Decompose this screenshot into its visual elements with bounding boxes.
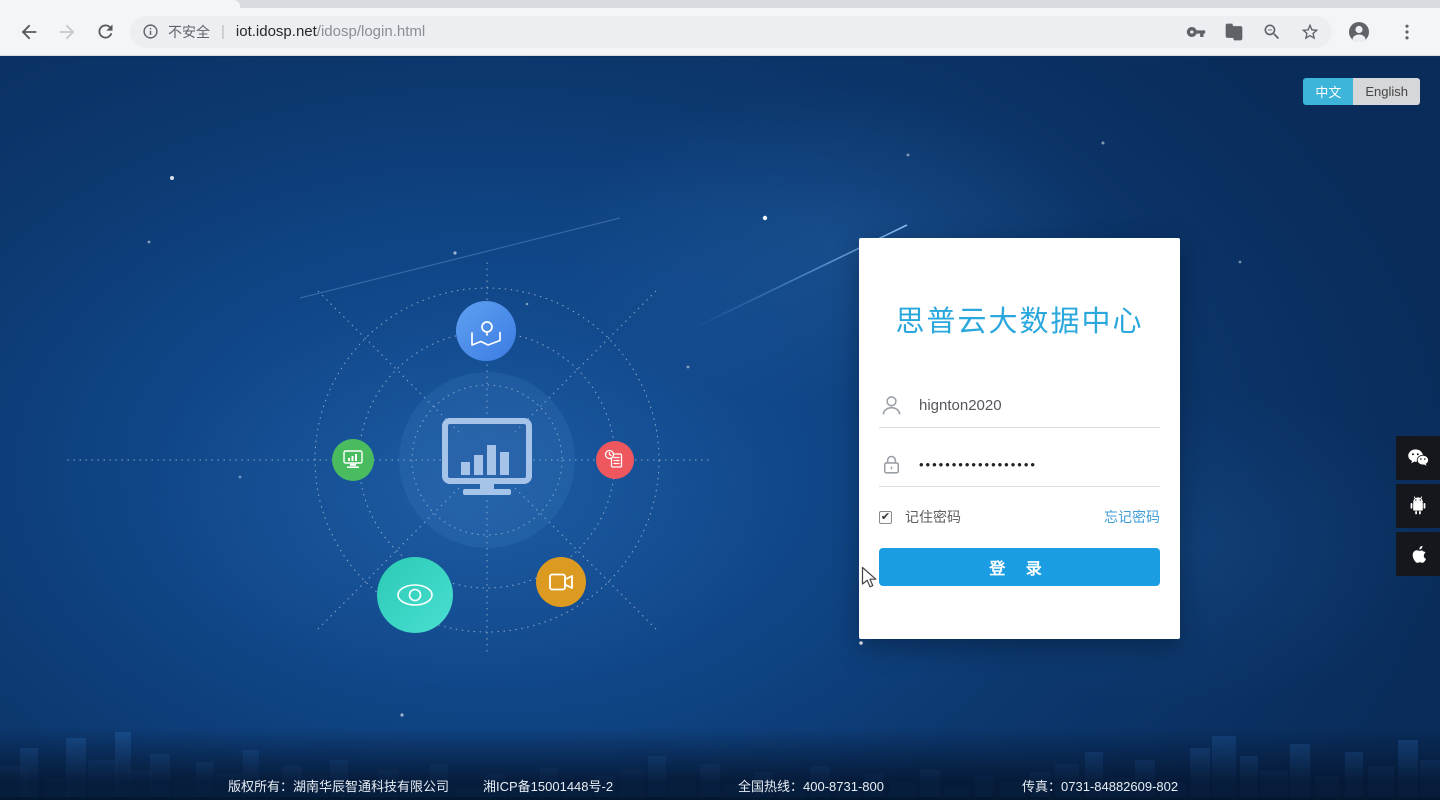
zoom-button[interactable] <box>1262 22 1282 42</box>
android-icon <box>1410 496 1426 515</box>
language-toggle: 中文 English <box>1303 78 1420 105</box>
address-bar[interactable]: 不安全 | iot.idosp.net/idosp/login.html <box>130 15 1332 48</box>
url-path: /idosp/login.html <box>316 23 426 40</box>
bg-glow <box>140 317 780 697</box>
wechat-button[interactable] <box>1396 436 1440 480</box>
remember-row: ✔ 记住密码 忘记密码 <box>879 504 1160 530</box>
android-app-button[interactable] <box>1396 484 1440 528</box>
url-separator: | <box>221 23 225 40</box>
center-glow <box>399 372 575 548</box>
remember-label: 记住密码 <box>905 509 961 525</box>
login-page: 中文 English 思普云大数据中心 ✔ 记住密码 <box>0 57 1440 800</box>
key-icon <box>1186 26 1206 37</box>
map-pin-icon <box>471 321 501 346</box>
screen: 不安全 | iot.idosp.net/idosp/login.html 中文 … <box>0 0 1440 800</box>
monitoring-eye-bubble[interactable] <box>377 557 453 633</box>
active-tab[interactable] <box>0 0 240 8</box>
login-card: 思普云大数据中心 ✔ 记住密码 忘记密码 登 录 <box>859 238 1180 639</box>
footer-hotline: 全国热线：400-8731-800 <box>738 779 884 794</box>
device-monitor-bubble[interactable] <box>332 439 374 481</box>
reload-icon <box>97 24 112 39</box>
reload-button[interactable] <box>86 13 124 51</box>
footer-fax: 传真：0731-84882609-802 <box>1022 779 1179 794</box>
url-host: iot.idosp.net <box>235 23 317 40</box>
user-icon <box>882 396 901 415</box>
report-bubble[interactable] <box>596 441 634 479</box>
security-label: 不安全 <box>168 23 210 40</box>
map-pin-bubble[interactable] <box>456 301 516 361</box>
video-camera-icon <box>549 573 573 591</box>
browser-toolbar: 不安全 | iot.idosp.net/idosp/login.html <box>0 8 1440 56</box>
monitor-chart-icon <box>343 450 363 468</box>
avatar-icon <box>1349 21 1369 42</box>
page-title: 思普云大数据中心 <box>895 306 1144 338</box>
dashboard-monitor-icon <box>442 418 532 495</box>
translate-icon <box>1225 23 1243 40</box>
forward-button[interactable] <box>48 13 86 51</box>
login-button[interactable]: 登 录 <box>879 548 1160 586</box>
menu-button[interactable] <box>1388 13 1426 51</box>
footer-icp: 湘ICP备15001448号-2 <box>483 779 614 794</box>
forward-arrow-icon <box>59 24 75 39</box>
password-key-button[interactable] <box>1186 22 1206 42</box>
orbit-rings <box>65 258 710 655</box>
lock-icon <box>883 455 900 474</box>
browser-chrome: 不安全 | iot.idosp.net/idosp/login.html <box>0 0 1440 57</box>
footer: 版权所有：湖南华辰智通科技有限公司 湘ICP备15001448号-2 全国热线：… <box>0 776 1440 794</box>
tab-strip <box>0 0 1440 8</box>
eye-icon <box>397 584 433 606</box>
password-field-row <box>879 443 1160 487</box>
username-field-row <box>879 384 1160 428</box>
back-button[interactable] <box>10 13 48 51</box>
orbit-graphic <box>65 141 1242 717</box>
back-arrow-icon <box>21 24 37 39</box>
bookmark-button[interactable] <box>1300 22 1320 42</box>
report-clock-icon <box>604 449 623 468</box>
side-app-bar <box>1396 436 1440 576</box>
ios-app-button[interactable] <box>1396 532 1440 576</box>
zoom-out-icon <box>1264 24 1280 39</box>
three-dot-menu-icon <box>1405 24 1409 39</box>
username-input[interactable] <box>917 396 1160 415</box>
forgot-password-link[interactable]: 忘记密码 <box>1104 507 1160 527</box>
star-icon <box>1301 23 1319 39</box>
profile-button[interactable] <box>1340 13 1378 51</box>
light-streak <box>299 217 621 299</box>
apple-icon <box>1412 545 1426 563</box>
translate-button[interactable] <box>1224 22 1244 42</box>
lang-chinese-button[interactable]: 中文 <box>1303 78 1354 105</box>
password-input[interactable] <box>917 456 1160 473</box>
footer-copyright: 版权所有：湖南华辰智通科技有限公司 <box>228 779 450 794</box>
video-bubble[interactable] <box>536 557 586 607</box>
wechat-icon <box>1408 449 1429 466</box>
info-icon[interactable] <box>142 23 159 40</box>
remember-checkbox[interactable]: ✔ <box>879 510 892 524</box>
lang-english-button[interactable]: English <box>1353 78 1420 105</box>
